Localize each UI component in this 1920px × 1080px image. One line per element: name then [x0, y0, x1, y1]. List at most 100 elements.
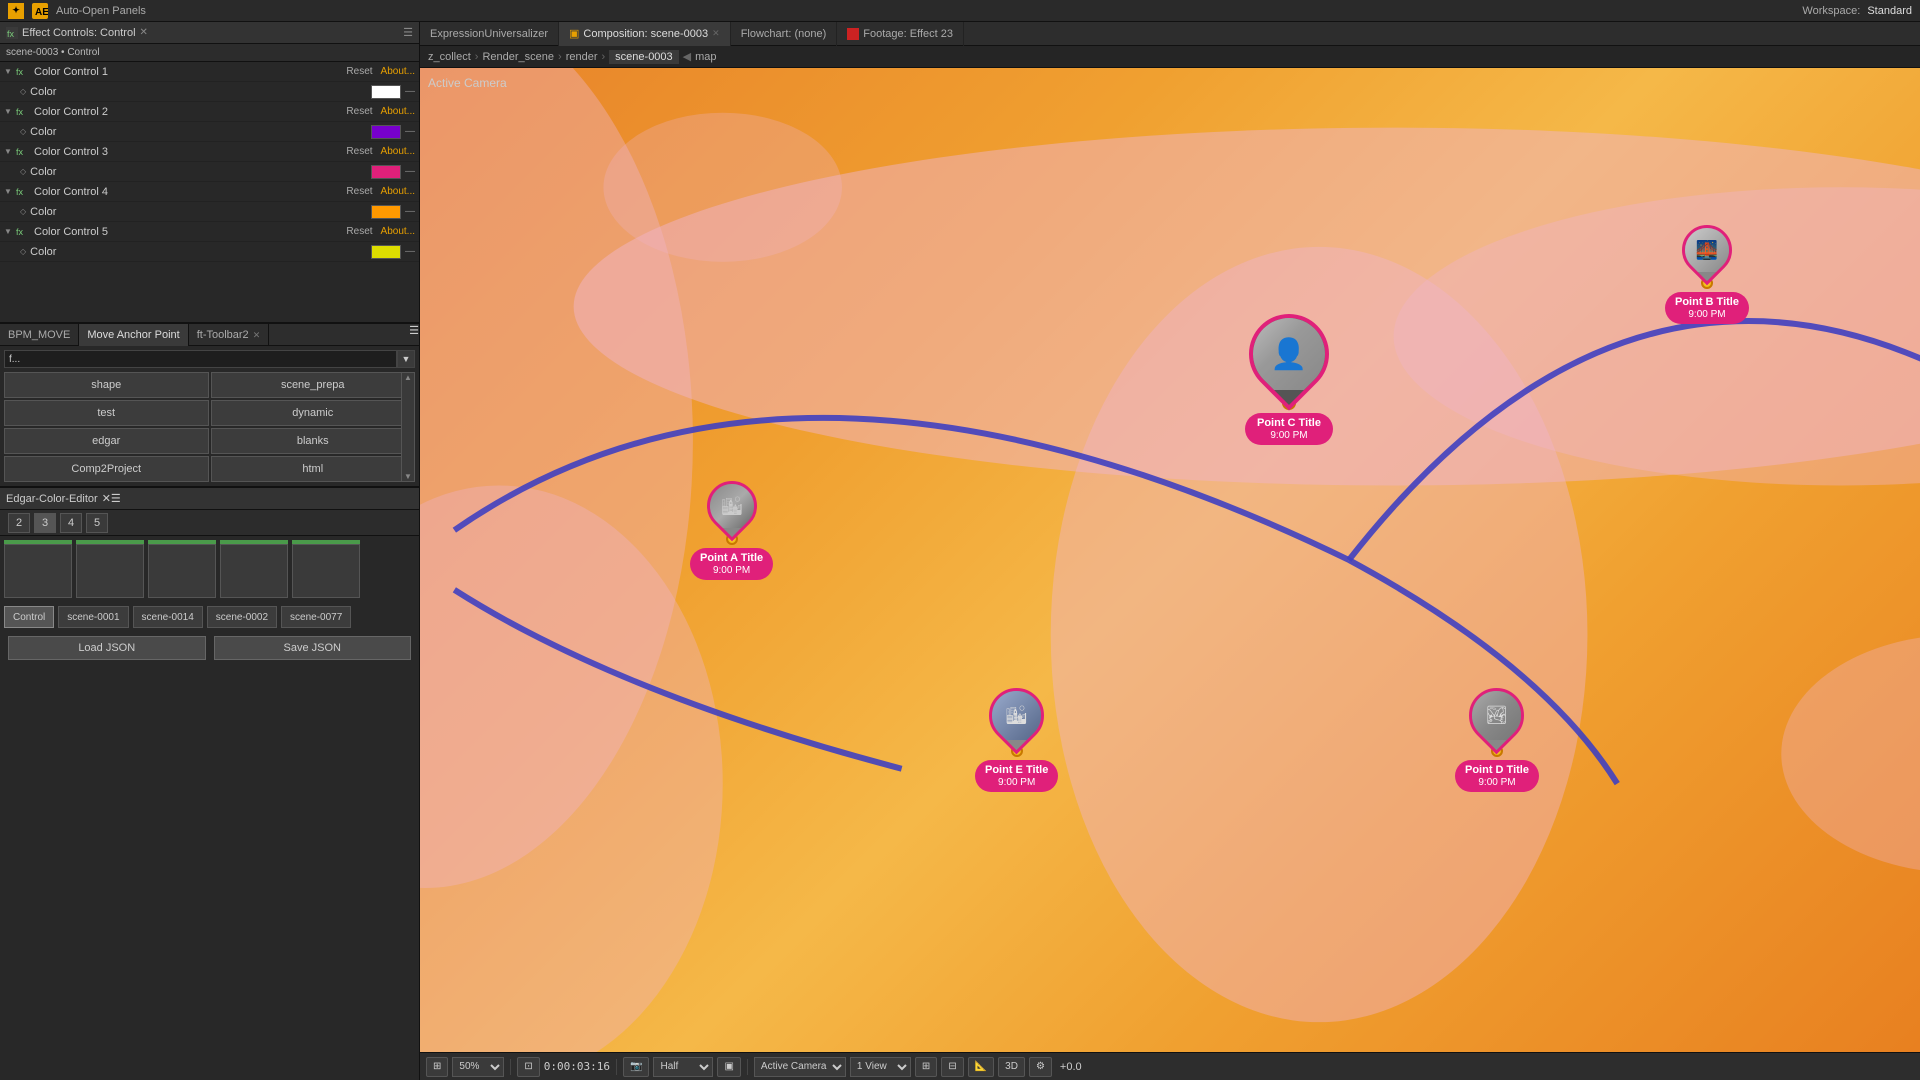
- expand-arrow-1[interactable]: ▼: [4, 67, 14, 76]
- color-control-1-reset[interactable]: Reset: [346, 66, 372, 77]
- color-editor-tab-2[interactable]: 2: [8, 513, 30, 533]
- toolbar-btn-edgar[interactable]: edgar: [4, 428, 209, 454]
- color-dash-3: —: [405, 166, 415, 177]
- quality-select[interactable]: Half Full Quarter: [653, 1057, 713, 1077]
- color-editor-tab-5[interactable]: 5: [86, 513, 108, 533]
- effect-controls-title: Effect Controls: Control: [22, 27, 136, 39]
- tab-bpm-move[interactable]: BPM_MOVE: [0, 324, 79, 346]
- comp-tab-close[interactable]: ✕: [712, 28, 720, 39]
- color-control-5-about[interactable]: About...: [381, 226, 415, 237]
- comp-bottom-bar: ⊞ 50% 100% 25% ⊡ 0:00:03:16 📷 Half Full …: [420, 1052, 1920, 1080]
- pin-a-time: 9:00 PM: [713, 565, 750, 576]
- region-btn[interactable]: ▣: [717, 1057, 740, 1077]
- scene-tab-0014[interactable]: scene-0014: [133, 606, 203, 628]
- pin-point-b: 🌉 Point B Title 9:00 PM: [1665, 225, 1749, 324]
- camera-select[interactable]: Active Camera: [754, 1057, 846, 1077]
- scene-tab-control[interactable]: Control: [4, 606, 54, 628]
- effect-controls-menu[interactable]: ☰: [403, 26, 413, 39]
- breadcrumb-render[interactable]: render: [566, 51, 598, 63]
- color-editor-tab-4[interactable]: 4: [60, 513, 82, 533]
- big-swatch-3[interactable]: [148, 544, 216, 598]
- toolbar-btn-shape[interactable]: shape: [4, 372, 209, 398]
- expand-arrow-4[interactable]: ▼: [4, 187, 14, 196]
- toolbar-btn-dynamic[interactable]: dynamic: [211, 400, 416, 426]
- snapshot-btn[interactable]: 📷: [623, 1057, 649, 1077]
- color-control-5-row: ▼ fx Color Control 5 Reset About...: [0, 222, 419, 242]
- color-control-5-name: Color Control 5: [34, 226, 346, 238]
- expand-arrow-3[interactable]: ▼: [4, 147, 14, 156]
- color-control-4-about[interactable]: About...: [381, 186, 415, 197]
- color-swatch-3[interactable]: [371, 165, 401, 179]
- app-logo: ✦: [8, 3, 24, 19]
- zoom-to-fit-btn[interactable]: ⊞: [426, 1057, 448, 1077]
- footage-color: [847, 28, 859, 40]
- breadcrumb-z-collect[interactable]: z_collect: [428, 51, 471, 63]
- color-control-1-sub: ◇ Color —: [0, 82, 419, 102]
- tab-footage[interactable]: Footage: Effect 23: [837, 22, 964, 46]
- color-control-5-reset[interactable]: Reset: [346, 226, 372, 237]
- toolbar-btn-scene-prepa[interactable]: scene_prepa: [211, 372, 416, 398]
- color-control-2-about[interactable]: About...: [381, 106, 415, 117]
- toolbar-scroll-up[interactable]: ▲: [402, 373, 414, 382]
- breadcrumb-map[interactable]: map: [695, 51, 716, 63]
- zoom-select[interactable]: 50% 100% 25%: [452, 1057, 504, 1077]
- save-json-button[interactable]: Save JSON: [214, 636, 412, 660]
- breadcrumb-render-scene[interactable]: Render_scene: [482, 51, 554, 63]
- toolbar-scroll-down[interactable]: ▼: [402, 472, 414, 481]
- options-btn[interactable]: ⚙: [1029, 1057, 1052, 1077]
- pin-b-inner: 🌉: [1685, 228, 1729, 272]
- color-dash-2: —: [405, 126, 415, 137]
- scene-tab-0077[interactable]: scene-0077: [281, 606, 351, 628]
- toolbar-scrollbar[interactable]: ▲ ▼: [401, 372, 415, 482]
- toolbar-btn-comp2project[interactable]: Comp2Project: [4, 456, 209, 482]
- effect-controls-close[interactable]: ✕: [140, 27, 148, 38]
- tab-move-anchor-point[interactable]: Move Anchor Point: [79, 324, 188, 346]
- color-swatch-5[interactable]: [371, 245, 401, 259]
- load-json-button[interactable]: Load JSON: [8, 636, 206, 660]
- scene-tab-0002[interactable]: scene-0002: [207, 606, 277, 628]
- color-editor-menu[interactable]: ☰: [111, 492, 121, 505]
- toggle-transparency-btn[interactable]: ⊡: [517, 1057, 539, 1077]
- color-control-3-about[interactable]: About...: [381, 146, 415, 157]
- workspace-label: Workspace: Standard: [1802, 5, 1912, 17]
- grid-btn[interactable]: ⊞: [915, 1057, 937, 1077]
- toolbar-search-dropdown[interactable]: ▼: [397, 350, 415, 368]
- guides-btn[interactable]: ⊟: [941, 1057, 963, 1077]
- color-icon-1: ◇: [20, 87, 26, 96]
- color-swatch-1[interactable]: [371, 85, 401, 99]
- tab-composition[interactable]: ▣ Composition: scene-0003 ✕: [559, 22, 731, 46]
- big-swatch-5[interactable]: [292, 544, 360, 598]
- tab-expression-universalizer[interactable]: ExpressionUniversalizer: [420, 22, 559, 46]
- fx-icon-4: fx: [16, 187, 30, 197]
- color-swatch-2[interactable]: [371, 125, 401, 139]
- color-control-4-reset[interactable]: Reset: [346, 186, 372, 197]
- color-control-2-reset[interactable]: Reset: [346, 106, 372, 117]
- rulers-btn[interactable]: 📐: [968, 1057, 994, 1077]
- pin-point-a: 🏙 Point A Title 9:00 PM: [690, 481, 773, 580]
- svg-text:AE: AE: [35, 7, 48, 18]
- breadcrumb-sep-1: ›: [475, 51, 479, 63]
- breadcrumb-scene-0003[interactable]: scene-0003: [609, 50, 679, 64]
- big-swatch-1[interactable]: [4, 544, 72, 598]
- tab-ft-toolbar2[interactable]: ft-Toolbar2 ✕: [189, 324, 270, 346]
- 3d-btn[interactable]: 3D: [998, 1057, 1025, 1077]
- color-editor-tab-3[interactable]: 3: [34, 513, 56, 533]
- toolbar-btn-html[interactable]: html: [211, 456, 416, 482]
- color-control-3-reset[interactable]: Reset: [346, 146, 372, 157]
- scene-tab-0001[interactable]: scene-0001: [58, 606, 128, 628]
- color-control-1-about[interactable]: About...: [381, 66, 415, 77]
- expand-arrow-5[interactable]: ▼: [4, 227, 14, 236]
- tab-flowchart[interactable]: Flowchart: (none): [731, 22, 838, 46]
- color-swatch-4[interactable]: [371, 205, 401, 219]
- color-editor-close[interactable]: ✕: [102, 492, 111, 505]
- toolbar-btn-test[interactable]: test: [4, 400, 209, 426]
- big-swatch-2[interactable]: [76, 544, 144, 598]
- expand-arrow-2[interactable]: ▼: [4, 107, 14, 116]
- toolbar-menu-icon[interactable]: ☰: [409, 324, 419, 345]
- view-count-select[interactable]: 1 View 2 Views: [850, 1057, 911, 1077]
- tab-ft-toolbar2-close[interactable]: ✕: [253, 330, 261, 341]
- big-swatch-4[interactable]: [220, 544, 288, 598]
- toolbar-search-input[interactable]: [4, 350, 397, 368]
- toolbar-btn-blanks[interactable]: blanks: [211, 428, 416, 454]
- breadcrumb-sep-3: ›: [602, 51, 606, 63]
